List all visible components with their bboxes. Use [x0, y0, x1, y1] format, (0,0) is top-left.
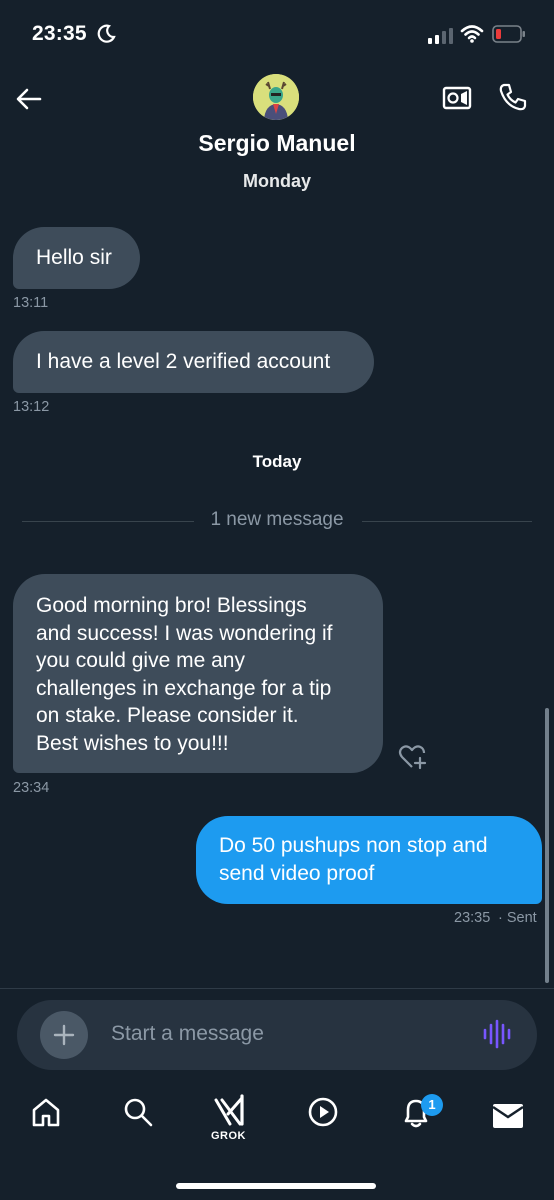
message-timestamp: 13:11: [13, 295, 49, 311]
message-bubble-received[interactable]: I have a level 2 verified account: [13, 331, 374, 393]
message-timestamp: 23:34: [13, 780, 50, 796]
message-line: and success! I was wondering if: [36, 621, 333, 645]
avatar[interactable]: [253, 74, 299, 120]
message-line: Best wishes to you!!!: [36, 731, 229, 755]
status-time: 23:35: [32, 22, 87, 45]
play-icon[interactable]: [307, 1096, 339, 1128]
message-line: challenges in exchange for a tip: [36, 676, 332, 700]
message-line: send video proof: [219, 861, 375, 885]
new-message-divider-label: 1 new message: [210, 509, 344, 530]
message-line: Good morning bro! Blessings: [36, 594, 307, 617]
message-line: on stake. Please consider it.: [36, 704, 299, 727]
mail-icon[interactable]: [492, 1103, 524, 1129]
message-bubble-received[interactable]: Hello sir: [13, 227, 140, 289]
back-arrow-icon[interactable]: [14, 84, 44, 114]
message-bubble-sent[interactable]: Do 50 pushups non stop and send video pr…: [196, 816, 542, 904]
message-text: Hello sir: [36, 246, 112, 269]
voice-icon[interactable]: [482, 1018, 512, 1050]
message-composer[interactable]: [17, 1000, 537, 1070]
message-timestamp: 13:12: [13, 399, 50, 415]
home-icon[interactable]: [30, 1096, 62, 1128]
moon-icon: [97, 24, 116, 43]
message-text: I have a level 2 verified account: [36, 350, 331, 373]
home-indicator: [176, 1183, 376, 1189]
composer-border: [0, 988, 554, 989]
plus-icon: [53, 1024, 75, 1046]
message-input[interactable]: Start a message: [111, 1022, 264, 1046]
message-line: you could give me any: [36, 649, 245, 672]
avatar-image: [253, 74, 299, 120]
grok-label: GROK: [211, 1130, 246, 1142]
signal-icon: [428, 28, 453, 44]
contact-name[interactable]: Sergio Manuel: [0, 130, 554, 157]
phone-icon[interactable]: [498, 82, 528, 112]
scrollbar[interactable]: [545, 708, 549, 983]
battery-icon: [492, 25, 525, 43]
notification-badge: 1: [421, 1094, 443, 1116]
add-reaction-icon[interactable]: [398, 743, 428, 771]
date-separator-monday: Monday: [242, 171, 311, 191]
message-line: Do 50 pushups non stop and: [219, 834, 488, 857]
date-separator-today: Today: [252, 452, 302, 471]
message-timestamp: 23:35: [454, 910, 491, 926]
message-status: · Sent: [498, 910, 537, 926]
wifi-icon: [460, 25, 484, 43]
video-call-icon[interactable]: [442, 84, 472, 112]
message-bubble-received[interactable]: Good morning bro! Blessings and success!…: [13, 574, 383, 773]
add-media-button[interactable]: [40, 1011, 88, 1059]
grok-icon[interactable]: [214, 1094, 246, 1128]
search-icon[interactable]: [122, 1096, 154, 1128]
